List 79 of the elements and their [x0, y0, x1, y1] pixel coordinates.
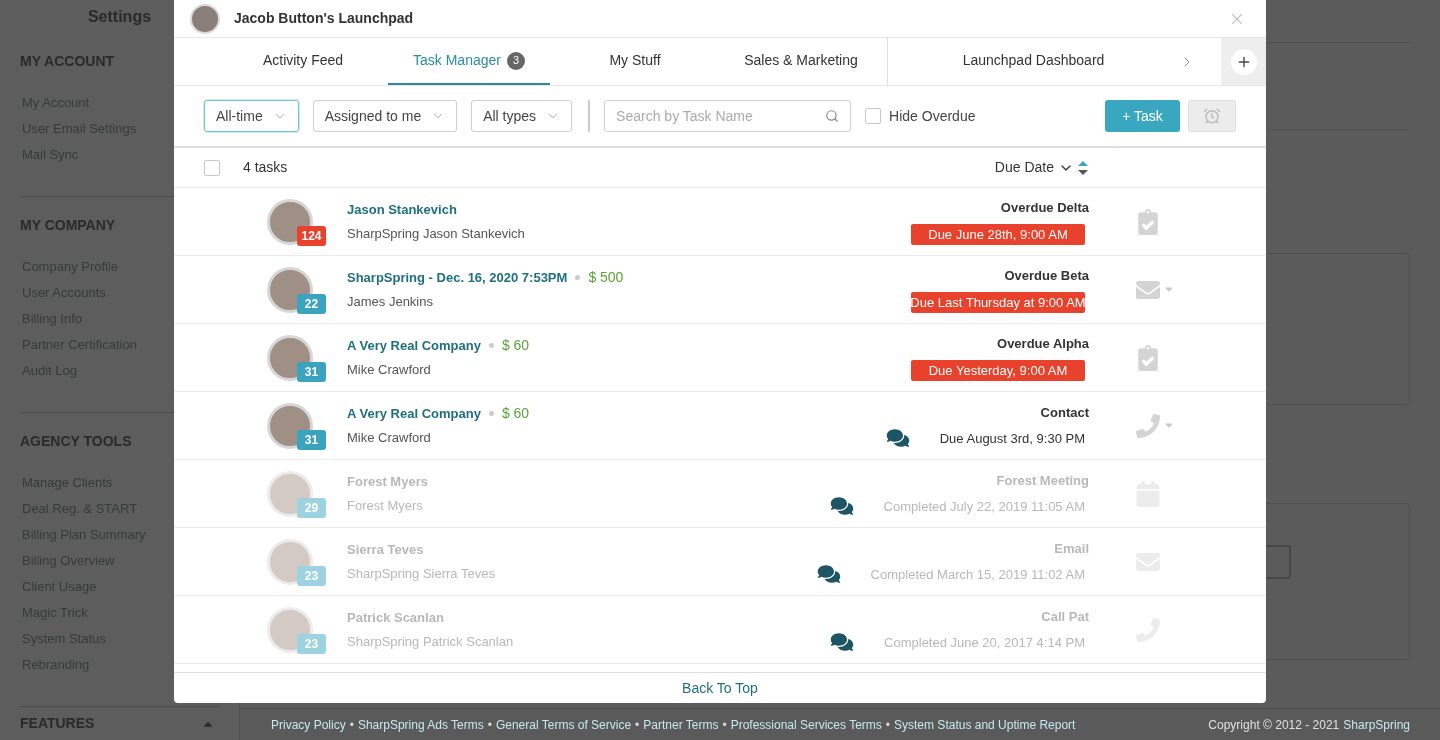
- avatar: [190, 3, 220, 34]
- contact-name: Mike Crawford: [347, 361, 432, 380]
- overdue-date: Due Yesterday, 9:00 AM: [911, 359, 1085, 381]
- footer-link[interactable]: Partner Terms: [643, 715, 719, 734]
- footer-link[interactable]: Professional Services Terms: [730, 715, 882, 734]
- overdue-date: Due Last Thursday at 9:00 AM: [911, 291, 1085, 313]
- contact-name: Mike Crawford: [347, 429, 432, 448]
- task-title: Email: [1054, 539, 1089, 558]
- filter-dropdown[interactable]: All types: [471, 100, 573, 132]
- separator-dot: •: [487, 716, 492, 734]
- due-date: Due August 3rd, 9:30 PM: [939, 429, 1085, 448]
- comments-icon[interactable]: [885, 428, 910, 449]
- deal-amount: $ 500: [588, 268, 624, 288]
- sort-dropdown[interactable]: Due Date: [994, 157, 1074, 178]
- add-tab-button[interactable]: [1230, 48, 1257, 75]
- separator-dot: •: [635, 716, 640, 734]
- footer-link[interactable]: SharpSpring Ads Terms: [357, 715, 484, 734]
- checkbox-label[interactable]: Hide Overdue: [889, 105, 976, 127]
- footer-link[interactable]: System Status and Uptime Report: [894, 715, 1076, 734]
- contact-name: Forest Myers: [347, 496, 424, 515]
- separator-dot: •: [349, 716, 354, 734]
- select-all-checkbox[interactable]: [204, 159, 220, 176]
- task-title: Call Pat: [1041, 607, 1089, 626]
- contact-name: SharpSpring Patrick Scanlan: [347, 632, 515, 651]
- contact-link[interactable]: A Very Real Company: [347, 336, 481, 356]
- search-icon: [825, 109, 840, 123]
- checkbox[interactable]: [865, 108, 882, 124]
- contact-name: SharpSpring Jason Stankevich: [347, 224, 526, 243]
- task-title: Overdue Beta: [1004, 267, 1089, 286]
- count-badge: 23: [297, 565, 326, 586]
- deal-amount: $ 60: [501, 336, 530, 356]
- footer-link[interactable]: Privacy Policy: [271, 715, 346, 734]
- overdue-date: Due June 28th, 9:00 AM: [911, 223, 1085, 245]
- copyright-text: Copyright © 2012 - 2021: [1208, 716, 1340, 734]
- count-badge: 29: [297, 497, 326, 518]
- task-title: Contact: [1040, 403, 1089, 422]
- filter-dropdown[interactable]: All-time: [204, 100, 299, 132]
- modal-title: Jacob Button's Launchpad: [234, 9, 414, 28]
- tab[interactable]: Activity Feed: [222, 38, 384, 85]
- filter-dropdown[interactable]: Assigned to me: [312, 100, 458, 132]
- tab[interactable]: Launchpad Dashboard: [888, 38, 1179, 85]
- task-row[interactable]: 31 A Very Real Company $ 60 Mike Crawford Overdue Alpha Due Yesterday, 9:00 AM: [174, 324, 1266, 392]
- task-row[interactable]: 124 Jason Stankevich SharpSpring Jason Stankevich Overdue Delta Due June 28th, 9:00 AM: [174, 188, 1266, 256]
- footer-link[interactable]: General Terms of Service: [495, 715, 632, 734]
- add-task-button[interactable]: + Task: [1105, 100, 1180, 132]
- search-field[interactable]: Search by Task Name: [604, 100, 852, 132]
- count-badge: 31: [297, 429, 326, 450]
- count-badge: 31: [297, 361, 326, 382]
- separator-dot: •: [885, 716, 891, 734]
- separator-dot: •: [722, 716, 727, 734]
- task-count: 4 tasks: [243, 158, 288, 177]
- task-title: Forest Meeting: [996, 471, 1089, 490]
- deal-amount: $ 60: [501, 404, 530, 424]
- contact-name: James Jenkins: [347, 293, 434, 312]
- due-date: Completed July 22, 2019 11:05 AM: [883, 497, 1085, 516]
- sort-icon[interactable]: [1078, 160, 1088, 175]
- contact-link[interactable]: A Very Real Company: [347, 404, 481, 424]
- task-row[interactable]: 31 A Very Real Company $ 60 Mike Crawford Contact Due August 3rd, 9:30 PM: [174, 392, 1266, 460]
- contact-name: SharpSpring Sierra Teves: [347, 564, 496, 583]
- comments-icon[interactable]: [829, 496, 854, 517]
- back-to-top-link[interactable]: Back To Top: [682, 677, 758, 699]
- alarm-clock-icon: [1203, 107, 1221, 125]
- contact-link[interactable]: SharpSpring - Dec. 16, 2020 7:53PM: [347, 268, 568, 288]
- count-badge: 124: [297, 225, 326, 246]
- count-badge: 23: [297, 633, 326, 654]
- task-title: Overdue Delta: [1000, 199, 1089, 218]
- comments-icon[interactable]: [816, 564, 841, 585]
- tab[interactable]: Task Manager 3: [388, 38, 550, 85]
- brand-link[interactable]: SharpSpring: [1343, 715, 1410, 734]
- tab[interactable]: My Stuff: [554, 38, 716, 85]
- due-date: Completed March 15, 2019 11:02 AM: [870, 565, 1085, 584]
- count-badge: 3: [506, 51, 525, 70]
- count-badge: 22: [297, 293, 326, 314]
- task-title: Overdue Alpha: [997, 335, 1089, 354]
- due-date: Completed June 20, 2017 4:14 PM: [884, 633, 1085, 652]
- tab[interactable]: Sales & Marketing: [720, 38, 882, 85]
- comments-icon[interactable]: [830, 632, 855, 653]
- task-row[interactable]: 22 SharpSpring - Dec. 16, 2020 7:53PM $ 500 James Jenkins Overdue Beta Due Last Thursday at 9:00 AM: [174, 256, 1266, 324]
- contact-link[interactable]: Jason Stankevich: [347, 200, 457, 220]
